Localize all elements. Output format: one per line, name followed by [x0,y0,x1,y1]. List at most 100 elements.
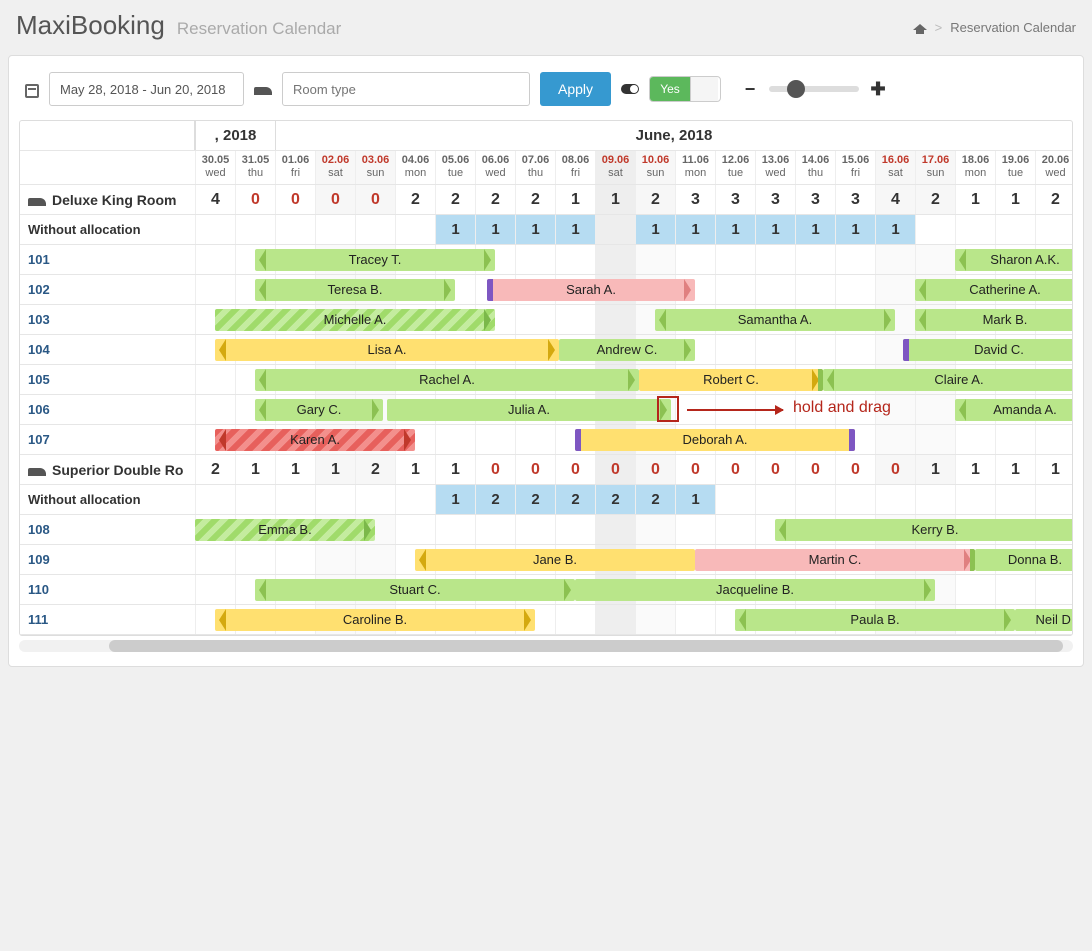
calendar-cell[interactable] [435,515,475,544]
date-header[interactable]: 16.06sat [875,151,915,184]
calendar-cell[interactable] [755,245,795,274]
resize-left-handle[interactable] [659,309,666,331]
reservation-bar[interactable]: Karen A. [215,429,415,451]
room-number[interactable]: 101 [20,245,195,274]
calendar-cell[interactable] [915,395,955,424]
calendar-cell[interactable] [835,245,875,274]
room-type-input[interactable] [282,72,530,106]
resize-right-handle[interactable] [524,609,531,631]
calendar-cell[interactable] [595,305,635,334]
calendar-cell[interactable] [795,245,835,274]
calendar-cell[interactable] [555,245,595,274]
calendar-cell[interactable] [315,545,355,574]
date-header[interactable]: 04.06mon [395,151,435,184]
resize-right-handle[interactable] [564,579,571,601]
calendar-cell[interactable] [1035,575,1073,604]
reservation-bar[interactable]: Neil D. [1015,609,1073,631]
calendar-cell[interactable] [475,425,515,454]
reservation-bar[interactable]: Paula B. [735,609,1015,631]
date-range-input[interactable] [49,72,244,106]
zoom-out-button[interactable]: − [741,79,759,100]
calendar-cell[interactable] [195,545,235,574]
resize-right-handle[interactable] [812,369,819,391]
calendar-cell[interactable] [595,515,635,544]
calendar-cell[interactable] [795,275,835,304]
reservation-bar[interactable]: Rachel A. [255,369,639,391]
calendar-cell[interactable] [235,545,275,574]
calendar-cell[interactable] [715,275,755,304]
date-header[interactable]: 13.06wed [755,151,795,184]
reservation-bar[interactable]: Robert C. [639,369,823,391]
calendar-cell[interactable] [595,245,635,274]
reservation-bar[interactable]: Michelle A. [215,309,495,331]
calendar-cell[interactable] [195,275,235,304]
calendar-cell[interactable] [755,275,795,304]
calendar-cell[interactable] [795,335,835,364]
reservation-bar[interactable]: Donna B. [975,549,1073,571]
date-header[interactable]: 14.06thu [795,151,835,184]
reservation-bar[interactable]: Amanda A. [955,399,1073,421]
resize-right-handle[interactable] [684,339,691,361]
resize-left-handle[interactable] [219,429,226,451]
reservation-bar[interactable]: Catherine A. [915,279,1073,301]
date-header[interactable]: 18.06mon [955,151,995,184]
calendar-cell[interactable] [715,515,755,544]
reservation-bar[interactable]: Claire A. [823,369,1073,391]
scrollbar-thumb[interactable] [109,640,1063,652]
room-number[interactable]: 108 [20,515,195,544]
room-number[interactable]: 103 [20,305,195,334]
resize-left-handle[interactable] [959,249,966,271]
calendar-cell[interactable] [355,545,395,574]
calendar-cell[interactable] [515,515,555,544]
zoom-in-button[interactable]: ✚ [869,79,887,100]
calendar-cell[interactable] [755,335,795,364]
resize-right-handle[interactable] [484,249,491,271]
yes-toggle[interactable]: Yes [649,76,721,102]
date-header[interactable]: 31.05thu [235,151,275,184]
reservation-bar[interactable]: Martin C. [695,549,975,571]
date-header[interactable]: 20.06wed [1035,151,1073,184]
reservation-bar[interactable]: Sharon A.K. [955,249,1073,271]
resize-right-handle[interactable] [404,429,411,451]
resize-right-handle[interactable] [924,579,931,601]
calendar-cell[interactable] [435,425,475,454]
calendar-cell[interactable] [515,425,555,454]
calendar-cell[interactable] [875,425,915,454]
calendar-cell[interactable] [475,515,515,544]
resize-left-handle[interactable] [259,399,266,421]
zoom-slider[interactable] [769,86,859,92]
calendar-cell[interactable] [195,395,235,424]
resize-right-handle[interactable] [964,549,971,571]
slider-knob[interactable] [787,80,805,98]
calendar-cell[interactable] [555,515,595,544]
date-header[interactable]: 01.06fri [275,151,315,184]
calendar-cell[interactable] [275,545,315,574]
calendar-cell[interactable] [835,335,875,364]
calendar-cell[interactable] [875,275,915,304]
calendar-cell[interactable] [955,425,995,454]
date-header[interactable]: 12.06tue [715,151,755,184]
calendar-cell[interactable] [955,575,995,604]
calendar-cell[interactable] [875,245,915,274]
resize-right-handle[interactable] [364,519,371,541]
reservation-bar[interactable]: Deborah A. [575,429,855,451]
resize-right-handle[interactable] [884,309,891,331]
resize-left-handle[interactable] [739,609,746,631]
resize-left-handle[interactable] [779,519,786,541]
room-number[interactable]: 104 [20,335,195,364]
date-header[interactable]: 30.05wed [195,151,235,184]
calendar-cell[interactable] [515,245,555,274]
resize-left-handle[interactable] [419,549,426,571]
room-number[interactable]: 111 [20,605,195,634]
reservation-bar[interactable]: Jacqueline B. [575,579,935,601]
toggle-knob[interactable] [690,77,718,101]
reservation-bar[interactable]: Tracey T. [255,249,495,271]
calendar-cell[interactable] [715,335,755,364]
resize-left-handle[interactable] [219,609,226,631]
resize-right-handle[interactable] [484,309,491,331]
resize-right-handle[interactable] [628,369,635,391]
resize-left-handle[interactable] [259,279,266,301]
calendar-cell[interactable] [195,365,235,394]
calendar-cell[interactable] [635,245,675,274]
reservation-bar[interactable]: Jane B. [415,549,695,571]
